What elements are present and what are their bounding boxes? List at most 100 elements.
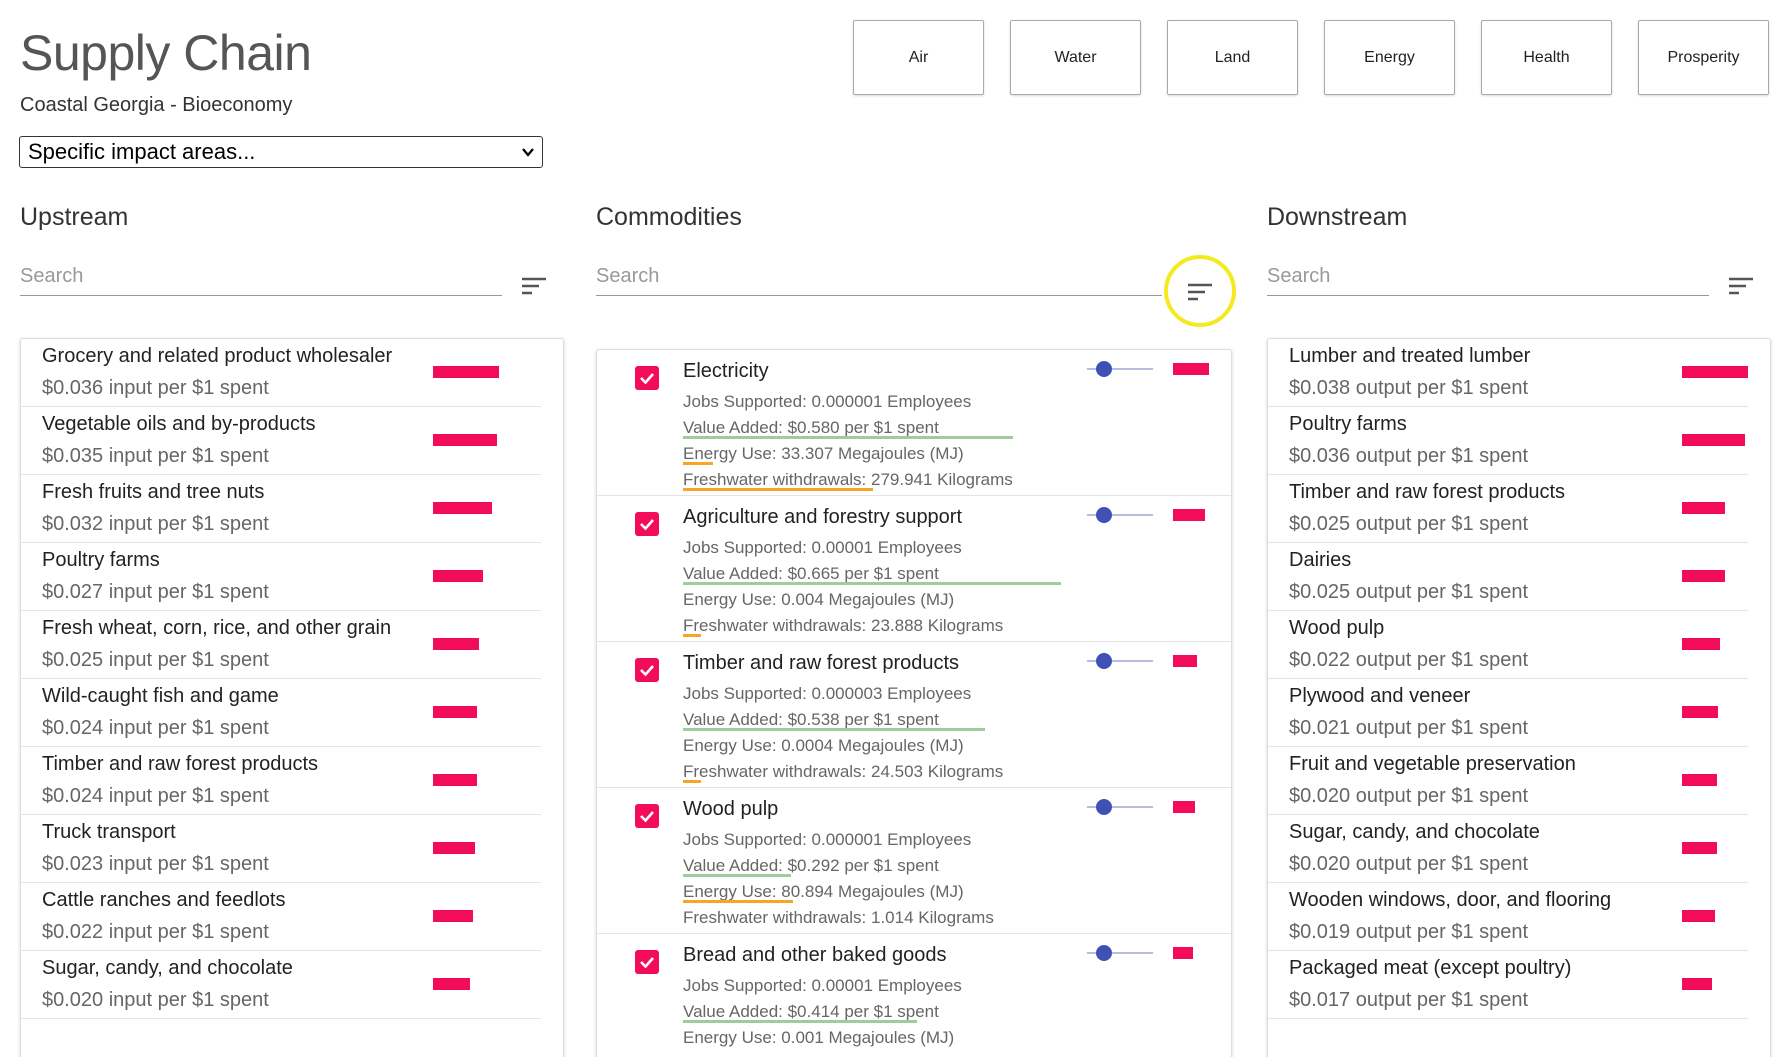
- commodities-panel[interactable]: Electricity Jobs Supported: 0.000001 Empl…: [596, 349, 1232, 1057]
- item-value: $0.036 output per $1 spent: [1289, 445, 1529, 467]
- list-item[interactable]: Wild-caught fish and game $0.024 input pe…: [21, 679, 541, 747]
- list-item[interactable]: Truck transport $0.023 input per $1 spent: [21, 815, 541, 883]
- list-item[interactable]: Timber and raw forest products $0.025 out…: [1268, 475, 1748, 543]
- impact-bar: [433, 774, 477, 786]
- impact-button-land[interactable]: Land: [1167, 20, 1298, 95]
- checkmark-icon: [640, 811, 654, 823]
- metric-value-added: Value Added: $0.414 per $1 spent: [683, 1002, 939, 1021]
- metric-energy: Energy Use: 80.894 Megajoules (MJ): [683, 882, 964, 901]
- impact-area-select-value: Specific impact areas...: [28, 139, 256, 164]
- list-item[interactable]: Poultry farms $0.036 output per $1 spent: [1268, 407, 1748, 475]
- downstream-search: [1267, 258, 1709, 296]
- energy-underline: [683, 900, 793, 903]
- commodities-search-input[interactable]: [596, 258, 1162, 294]
- impact-area-select[interactable]: Specific impact areas...: [19, 136, 543, 168]
- impact-bar: [433, 910, 473, 922]
- item-value: $0.035 input per $1 spent: [42, 445, 269, 467]
- item-name: Truck transport: [42, 821, 176, 843]
- item-value: $0.038 output per $1 spent: [1289, 377, 1529, 399]
- downstream-panel[interactable]: Lumber and treated lumber $0.038 output p…: [1267, 338, 1771, 1057]
- list-item[interactable]: Timber and raw forest products $0.024 inp…: [21, 747, 541, 815]
- commodity-item[interactable]: Timber and raw forest products Jobs Suppo…: [597, 642, 1231, 788]
- list-item[interactable]: Lumber and treated lumber $0.038 output p…: [1268, 339, 1748, 407]
- checkmark-icon: [640, 373, 654, 385]
- metric-jobs: Jobs Supported: 0.00001 Employees: [683, 538, 962, 557]
- item-value: $0.020 output per $1 spent: [1289, 853, 1529, 875]
- upstream-sort-icon[interactable]: [520, 275, 548, 297]
- list-item[interactable]: Packaged meat (except poultry) $0.017 out…: [1268, 951, 1748, 1019]
- commodity-checkbox[interactable]: [635, 366, 659, 390]
- list-item[interactable]: Plywood and veneer $0.021 output per $1 s…: [1268, 679, 1748, 747]
- list-item[interactable]: Wooden windows, door, and flooring $0.019…: [1268, 883, 1748, 951]
- page-title: Supply Chain: [20, 25, 312, 81]
- region-subtitle: Coastal Georgia - Bioeconomy: [20, 94, 293, 116]
- slider-handle[interactable]: [1096, 653, 1112, 669]
- item-name: Poultry farms: [42, 549, 160, 571]
- commodity-item[interactable]: Bread and other baked goods Jobs Supporte…: [597, 934, 1231, 1057]
- list-item[interactable]: Fresh wheat, corn, rice, and other grain…: [21, 611, 541, 679]
- impact-button-air[interactable]: Air: [853, 20, 984, 95]
- impact-bar: [433, 570, 483, 582]
- value-added-underline: [683, 582, 1061, 585]
- impact-bar: [1682, 570, 1725, 582]
- impact-button-energy[interactable]: Energy: [1324, 20, 1455, 95]
- downstream-sort-icon[interactable]: [1727, 275, 1755, 297]
- metric-energy: Energy Use: 0.001 Megajoules (MJ): [683, 1028, 955, 1047]
- water-underline: [683, 488, 873, 491]
- commodity-checkbox[interactable]: [635, 950, 659, 974]
- item-name: Poultry farms: [1289, 413, 1407, 435]
- list-item[interactable]: Poultry farms $0.027 input per $1 spent: [21, 543, 541, 611]
- list-item[interactable]: Sugar, candy, and chocolate $0.020 input …: [21, 951, 541, 1019]
- item-name: Plywood and veneer: [1289, 685, 1471, 707]
- upstream-search: [20, 258, 502, 296]
- list-item[interactable]: Wood pulp $0.022 output per $1 spent: [1268, 611, 1748, 679]
- item-value: $0.021 output per $1 spent: [1289, 717, 1529, 739]
- list-item[interactable]: Grocery and related product wholesaler $0…: [21, 339, 541, 407]
- metric-water: Freshwater withdrawals: 279.941 Kilogram…: [683, 470, 1013, 489]
- value-added-underline: [683, 1020, 917, 1023]
- impact-bar: [433, 502, 492, 514]
- item-name: Cattle ranches and feedlots: [42, 889, 286, 911]
- impact-bar: [1682, 502, 1725, 514]
- item-name: Timber and raw forest products: [42, 753, 319, 775]
- metric-jobs: Jobs Supported: 0.000003 Employees: [683, 684, 972, 703]
- item-value: $0.024 input per $1 spent: [42, 717, 269, 739]
- upstream-panel[interactable]: Grocery and related product wholesaler $0…: [20, 338, 564, 1057]
- slider-handle[interactable]: [1096, 361, 1112, 377]
- impact-button-health[interactable]: Health: [1481, 20, 1612, 95]
- item-value: $0.025 input per $1 spent: [42, 649, 269, 671]
- impact-button-water[interactable]: Water: [1010, 20, 1141, 95]
- impact-bar: [1682, 706, 1718, 718]
- item-value: $0.027 input per $1 spent: [42, 581, 269, 603]
- value-added-underline: [683, 728, 985, 731]
- commodity-checkbox[interactable]: [635, 804, 659, 828]
- commodity-item[interactable]: Agriculture and forestry support Jobs Sup…: [597, 496, 1231, 642]
- list-item[interactable]: Cattle ranches and feedlots $0.022 input …: [21, 883, 541, 951]
- impact-bar: [1682, 978, 1712, 990]
- impact-bar: [433, 434, 497, 446]
- metric-jobs: Jobs Supported: 0.000001 Employees: [683, 392, 972, 411]
- impact-bar: [1173, 509, 1205, 521]
- impact-button-prosperity[interactable]: Prosperity: [1638, 20, 1769, 95]
- commodity-item[interactable]: Electricity Jobs Supported: 0.000001 Empl…: [597, 350, 1231, 496]
- downstream-search-input[interactable]: [1267, 258, 1709, 294]
- commodity-name: Bread and other baked goods: [683, 944, 947, 966]
- item-name: Vegetable oils and by-products: [42, 413, 316, 435]
- commodities-search: [596, 258, 1162, 296]
- list-item[interactable]: Sugar, candy, and chocolate $0.020 output…: [1268, 815, 1748, 883]
- list-item[interactable]: Fresh fruits and tree nuts $0.032 input p…: [21, 475, 541, 543]
- list-item[interactable]: Vegetable oils and by-products $0.035 inp…: [21, 407, 541, 475]
- list-item[interactable]: Fruit and vegetable preservation $0.020 o…: [1268, 747, 1748, 815]
- commodity-item[interactable]: Wood pulp Jobs Supported: 0.000001 Employ…: [597, 788, 1231, 934]
- impact-bar: [1682, 366, 1748, 378]
- slider-handle[interactable]: [1096, 945, 1112, 961]
- metric-energy: Energy Use: 0.004 Megajoules (MJ): [683, 590, 955, 609]
- list-item[interactable]: Dairies $0.025 output per $1 spent: [1268, 543, 1748, 611]
- item-name: Fruit and vegetable preservation: [1289, 753, 1576, 775]
- commodity-checkbox[interactable]: [635, 658, 659, 682]
- slider-handle[interactable]: [1096, 507, 1112, 523]
- item-value: $0.019 output per $1 spent: [1289, 921, 1529, 943]
- commodity-checkbox[interactable]: [635, 512, 659, 536]
- upstream-search-input[interactable]: [20, 258, 502, 294]
- slider-handle[interactable]: [1096, 799, 1112, 815]
